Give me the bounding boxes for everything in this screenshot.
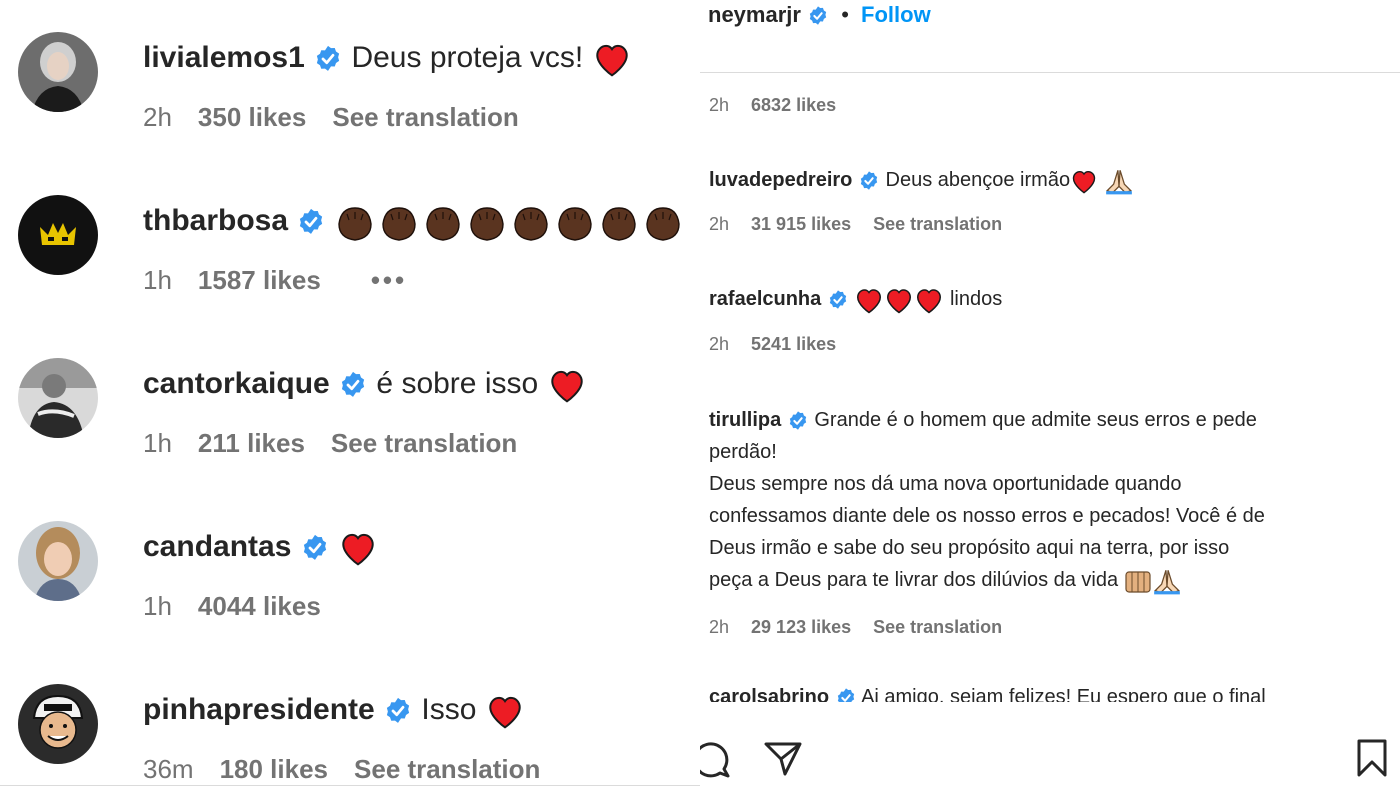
comment-likes[interactable]: 4044 likes — [198, 591, 321, 621]
verified-badge-icon — [789, 411, 806, 430]
see-translation-link[interactable]: See translation — [873, 214, 1002, 234]
share-icon[interactable] — [763, 740, 803, 778]
comment-username[interactable]: livialemos1 — [143, 41, 305, 74]
comment-username[interactable]: cantorkaique — [143, 367, 330, 400]
red-heart-emoji — [550, 371, 583, 403]
see-translation-link[interactable]: See translation — [873, 617, 1002, 637]
divider — [0, 785, 700, 786]
comment-likes[interactable]: 5241 likes — [751, 334, 836, 354]
caption-likes[interactable]: 6832 likes — [751, 95, 836, 115]
post-header: neymarjr • Follow — [708, 2, 931, 28]
comment-time: 2h — [709, 214, 730, 234]
red-heart-emoji — [887, 288, 912, 314]
praying-hands-emoji — [1105, 169, 1132, 195]
comment-likes[interactable]: 1587 likes — [198, 265, 321, 295]
comment-item: luvadepedreiro Deus abençoe irmão — [709, 164, 1399, 196]
comment-text-line: Deus irmão e sabe do seu propósito aqui … — [709, 537, 1230, 559]
comment-item: livialemos1 Deus proteja vcs! 2h 350 like… — [18, 32, 698, 182]
comment-text-line: confessamos diante dele os nosso erros e… — [709, 505, 1265, 527]
comment-item: rafaelcunha lindos — [709, 283, 1399, 315]
comment-likes[interactable]: 29 123 likes — [751, 617, 851, 637]
see-translation-link[interactable]: See translation — [331, 428, 517, 458]
avatar-cantorkaique[interactable] — [18, 358, 98, 438]
verified-badge-icon — [829, 290, 846, 309]
comment-text-line: peça a Deus para te livrar dos dilúvios … — [709, 569, 1119, 591]
caption-time: 2h — [709, 95, 730, 115]
red-heart-emoji — [342, 534, 374, 566]
comment-time: 1h — [143, 265, 172, 295]
comment-text: é sobre isso — [376, 367, 539, 400]
post-owner-username[interactable]: neymarjr — [708, 2, 801, 27]
comment-text-line: perdão! — [709, 441, 777, 463]
post-actions-bar — [700, 735, 1400, 785]
red-heart-emoji — [917, 288, 942, 314]
verified-badge-icon — [300, 208, 323, 234]
comment-item: candantas 1h 4044 likes — [18, 521, 698, 671]
comment-item: cantorkaique é sobre isso 1h 211 likes See… — [18, 358, 698, 508]
follow-button[interactable]: Follow — [861, 2, 931, 27]
avatar-pinhapresidente[interactable] — [18, 684, 98, 764]
header-divider — [700, 72, 1400, 73]
separator-dot: • — [841, 2, 849, 27]
comment-likes[interactable]: 31 915 likes — [751, 214, 851, 234]
verified-badge-icon — [837, 688, 854, 702]
red-heart-emoji — [489, 697, 521, 729]
comment-text: Ai amigo, sejam felizes! Eu espero que o… — [861, 686, 1266, 702]
verified-badge-icon — [303, 534, 326, 560]
right-comments-panel: neymarjr • Follow 2h 6832 likes luvadeped… — [700, 0, 1400, 800]
comment-time: 2h — [709, 334, 730, 354]
verified-badge-icon — [316, 45, 340, 71]
clapping-hands-emoji-row — [338, 207, 680, 241]
bookmark-icon[interactable] — [1354, 738, 1390, 778]
comment-time: 1h — [143, 591, 172, 621]
red-heart-emoji — [857, 288, 882, 314]
verified-badge-icon — [386, 697, 410, 723]
comment-likes[interactable]: 350 likes — [198, 102, 306, 132]
comment-item: thbarbosa 1h 1587 likes ••• — [18, 195, 698, 345]
comment-icon[interactable] — [700, 739, 732, 779]
caption-meta: 2h 6832 likes — [709, 95, 858, 116]
comment-likes[interactable]: 211 likes — [198, 428, 305, 458]
see-translation-link[interactable]: See translation — [332, 102, 518, 132]
comment-text: Isso — [421, 693, 477, 726]
verified-badge-icon — [341, 371, 365, 397]
red-heart-emoji — [1072, 170, 1096, 194]
praying-hands-emoji — [1153, 569, 1180, 595]
comment-username[interactable]: tirullipa — [709, 409, 781, 431]
comment-time: 2h — [709, 617, 730, 637]
comment-item: tirullipa Grande é o homem que admite se… — [709, 404, 1399, 596]
comment-text: lindos — [949, 288, 1003, 310]
comment-text-line: Grande é o homem que admite seus erros e… — [814, 409, 1257, 431]
comment-text: Deus abençoe irmão — [885, 169, 1071, 191]
comment-username[interactable]: carolsabrino — [709, 686, 829, 702]
more-options-icon[interactable]: ••• — [371, 265, 407, 295]
comment-time: 2h — [143, 102, 172, 132]
comment-time: 1h — [143, 428, 172, 458]
comment-username[interactable]: pinhapresidente — [143, 693, 375, 726]
red-heart-emoji — [595, 45, 628, 77]
raising-hands-emoji — [1125, 571, 1151, 593]
verified-badge-icon — [809, 6, 827, 25]
comment-text: Deus proteja vcs! — [351, 41, 584, 74]
verified-badge-icon — [860, 171, 878, 190]
comment-item: pinhapresidente Isso 36m 180 likes See tra… — [18, 684, 698, 800]
left-comments-panel: livialemos1 Deus proteja vcs! 2h 350 like… — [0, 0, 700, 800]
comment-item-partial: carolsabrino Ai amigo, sejam felizes! Eu… — [709, 686, 1266, 702]
comment-text-line: Deus sempre nos dá uma nova oportunidade… — [709, 473, 1182, 495]
comment-time: 36m — [143, 754, 194, 780]
comment-username[interactable]: luvadepedreiro — [709, 169, 852, 191]
avatar-livialemos1[interactable] — [18, 32, 98, 112]
avatar-thbarbosa[interactable] — [18, 195, 98, 275]
comment-username[interactable]: thbarbosa — [143, 204, 288, 237]
avatar-candantas[interactable] — [18, 521, 98, 601]
comment-username[interactable]: rafaelcunha — [709, 288, 821, 310]
comment-likes[interactable]: 180 likes — [220, 754, 328, 780]
comment-username[interactable]: candantas — [143, 530, 291, 563]
see-translation-link[interactable]: See translation — [354, 754, 540, 780]
